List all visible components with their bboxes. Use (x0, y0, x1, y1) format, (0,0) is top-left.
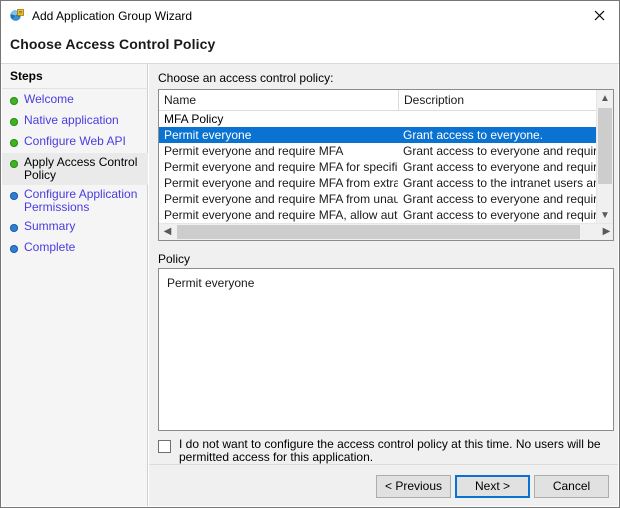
next-button[interactable]: Next > (455, 475, 530, 498)
sidebar-item-label: Complete (24, 240, 76, 254)
sidebar-item-label: Summary (24, 219, 76, 233)
sidebar-item-complete[interactable]: Complete (2, 238, 148, 259)
horizontal-scroll-thumb[interactable] (177, 225, 580, 239)
step-status-bullet-icon (10, 118, 18, 126)
policy-listview[interactable]: Name Description MFA Policy Permit everyo… (158, 89, 614, 241)
scroll-up-button[interactable]: ▲ (597, 90, 613, 107)
listview-vertical-scrollbar[interactable]: ▲ ▼ (596, 90, 613, 224)
sidebar-divider (2, 88, 148, 89)
chevron-up-icon: ▲ (600, 92, 610, 104)
listview-header: Name Description (159, 90, 613, 111)
sidebar-item-welcome[interactable]: Welcome (2, 90, 148, 111)
list-label: Choose an access control policy: (158, 71, 334, 85)
table-row[interactable]: MFA Policy (159, 111, 598, 127)
steps-heading: Steps (10, 69, 43, 83)
steps-list: Welcome Native application Configure Web A… (2, 90, 148, 259)
sidebar-item-label: Configure Web API (24, 134, 126, 148)
column-header-name[interactable]: Name (159, 90, 398, 110)
policy-name-cell: Permit everyone and require MFA from una… (164, 192, 398, 206)
scroll-right-button[interactable]: ▶ (598, 224, 613, 240)
page-title: Choose Access Control Policy (10, 36, 216, 52)
column-header-description[interactable]: Description (398, 90, 598, 110)
step-status-bullet-icon (10, 224, 18, 232)
policy-description-cell: Grant access to everyone and require MFA… (403, 160, 598, 174)
optout-checkbox[interactable] (158, 440, 171, 453)
optout-checkbox-label[interactable]: I do not want to configure the access co… (179, 438, 609, 464)
scroll-left-button[interactable]: ◀ (159, 224, 176, 240)
table-row[interactable]: Permit everyone and require MFA Grant acc… (159, 143, 598, 159)
steps-sidebar: Steps Welcome Native application Configure… (2, 64, 148, 506)
listview-rows: MFA Policy Permit everyone Grant access to… (159, 111, 598, 226)
policy-description-cell: Grant access to everyone and require MFA… (403, 208, 598, 222)
table-row[interactable]: Permit everyone and require MFA from ext… (159, 175, 598, 191)
table-row[interactable]: Permit everyone and require MFA, allow a… (159, 207, 598, 223)
close-button[interactable] (577, 1, 619, 29)
table-row[interactable]: Permit everyone and require MFA from una… (159, 191, 598, 207)
step-status-bullet-icon (10, 97, 18, 105)
title-bar: Add Application Group Wizard (1, 1, 619, 30)
window-title: Add Application Group Wizard (32, 8, 193, 23)
listview-horizontal-scrollbar[interactable]: ◀ ▶ (159, 223, 613, 240)
sidebar-item-label: Native application (24, 113, 119, 127)
policy-description-cell: Grant access to everyone and require MFA… (403, 192, 598, 206)
sidebar-item-label: Configure Application Permissions (24, 187, 138, 214)
policy-value: Permit everyone (167, 276, 255, 290)
sidebar-item-configure-web-api[interactable]: Configure Web API (2, 132, 148, 153)
chevron-left-icon: ◀ (163, 226, 172, 237)
scroll-down-button[interactable]: ▼ (597, 207, 613, 224)
policy-description-cell: Grant access to the intranet users and r… (403, 176, 598, 190)
policy-name-cell: Permit everyone and require MFA (164, 144, 344, 158)
policy-name-cell: Permit everyone and require MFA from ext… (164, 176, 398, 190)
step-status-bullet-icon (10, 139, 18, 147)
cancel-button[interactable]: Cancel (534, 475, 609, 498)
sidebar-item-label: Apply Access Control Policy (24, 155, 138, 182)
page-header: Choose Access Control Policy (1, 30, 619, 64)
policy-description-cell: Grant access to everyone and require MFA… (403, 144, 598, 158)
policy-detail-box: Permit everyone (158, 268, 614, 431)
sidebar-item-configure-application-permissions[interactable]: Configure Application Permissions (2, 185, 148, 217)
step-status-bullet-icon (10, 160, 18, 168)
chevron-down-icon: ▼ (600, 209, 610, 221)
button-bar: < Previous Next > Cancel (149, 464, 618, 506)
policy-description-cell: Grant access to everyone. (403, 128, 544, 142)
vertical-scroll-thumb[interactable] (598, 108, 612, 184)
policy-name-cell: MFA Policy (164, 112, 224, 126)
sidebar-item-summary[interactable]: Summary (2, 217, 148, 238)
policy-label: Policy (158, 252, 191, 266)
policy-name-cell: Permit everyone and require MFA for spec… (164, 160, 398, 174)
wizard-window: Add Application Group Wizard Choose Acce… (0, 0, 620, 508)
table-row[interactable]: Permit everyone and require MFA for spec… (159, 159, 598, 175)
step-status-bullet-icon (10, 192, 18, 200)
policy-name-cell: Permit everyone (164, 128, 252, 142)
step-status-bullet-icon (10, 245, 18, 253)
table-row[interactable]: Permit everyone Grant access to everyone. (159, 127, 598, 143)
wizard-app-icon (9, 8, 25, 24)
previous-button[interactable]: < Previous (376, 475, 451, 498)
policy-name-cell: Permit everyone and require MFA, allow a… (164, 208, 398, 222)
sidebar-item-label: Welcome (24, 92, 74, 106)
sidebar-item-native-application[interactable]: Native application (2, 111, 148, 132)
chevron-right-icon: ▶ (602, 226, 611, 237)
content-pane: Choose an access control policy: Name De… (149, 64, 618, 506)
sidebar-item-apply-access-control-policy[interactable]: Apply Access Control Policy (2, 153, 148, 185)
close-icon (594, 10, 604, 20)
